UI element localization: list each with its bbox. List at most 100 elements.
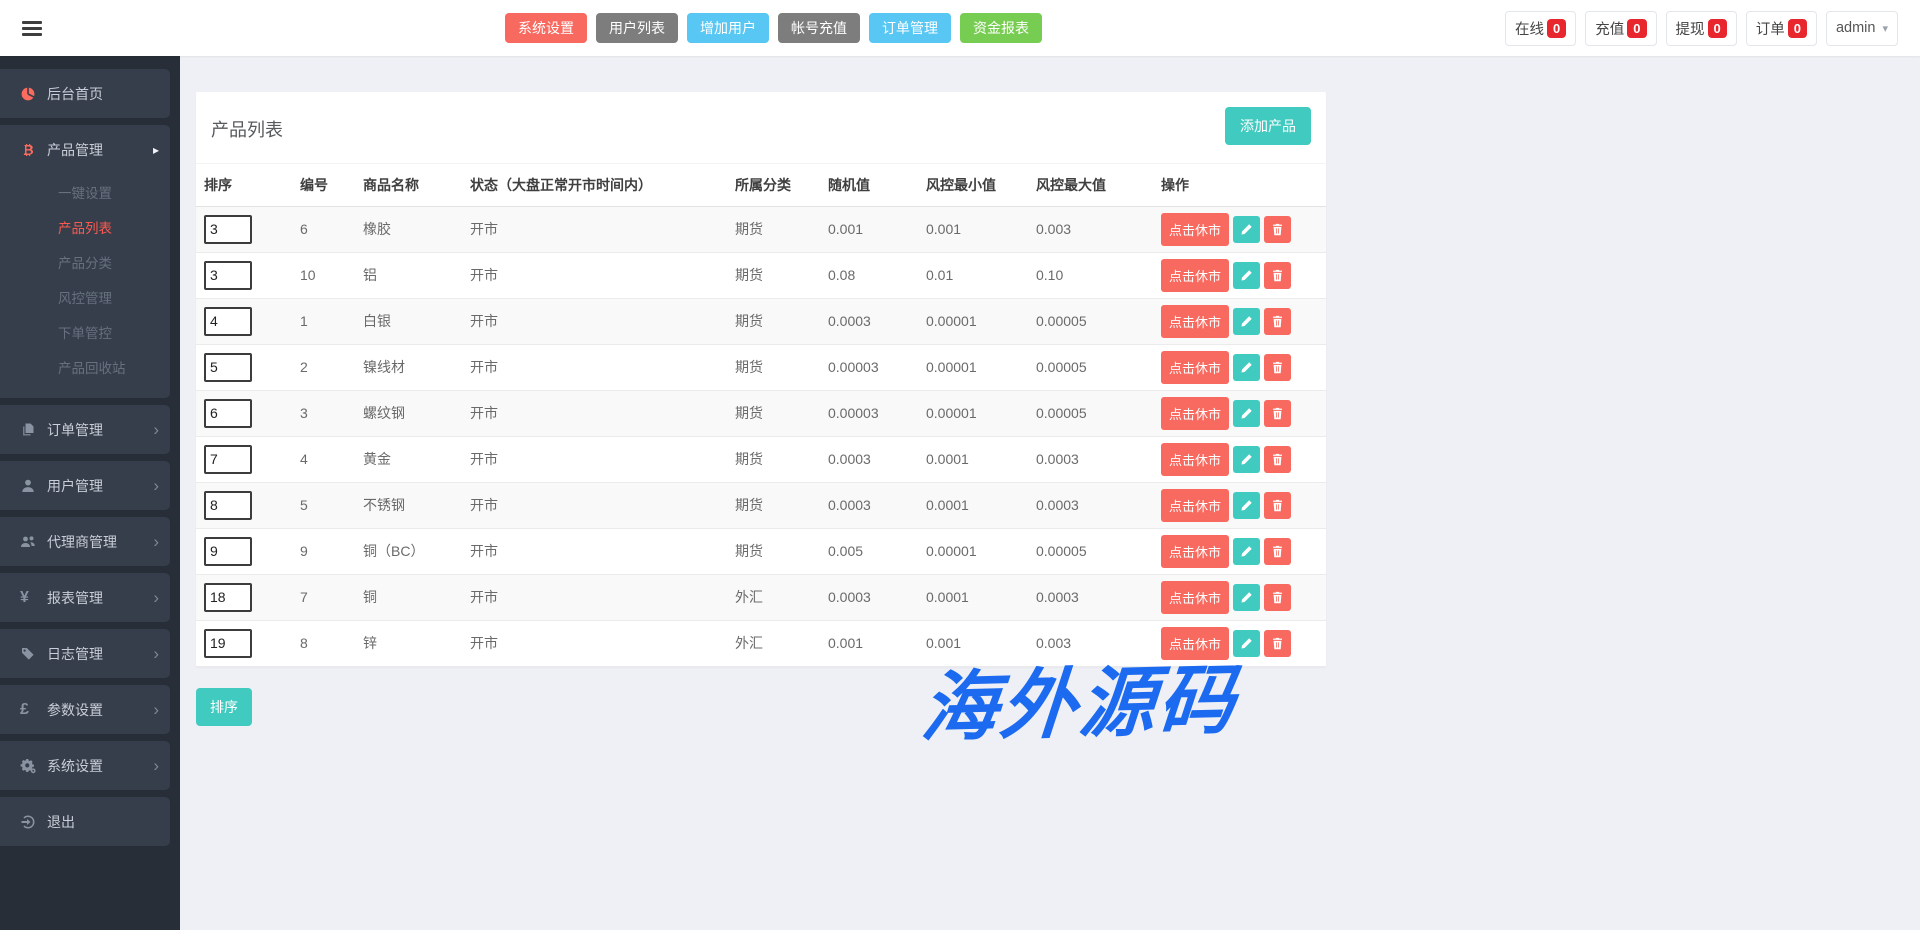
sort-submit-button[interactable]: 排序 (196, 688, 252, 726)
suspend-market-button[interactable]: 点击休市 (1161, 397, 1229, 430)
stat-withdraw[interactable]: 提现 0 (1666, 11, 1737, 46)
sidebar-item-logout[interactable]: 退出 (0, 797, 170, 846)
sidebar-item-agent-management[interactable]: 代理商管理 › (0, 517, 170, 566)
cell-product-name: 铜（BC） (355, 528, 462, 574)
trash-icon (1271, 591, 1284, 604)
sidebar-subitem-product-list[interactable]: 产品列表 (0, 211, 170, 246)
nav-button-system-settings[interactable]: 系统设置 (505, 13, 587, 43)
sidebar-subitem-order-control[interactable]: 下单管控 (0, 316, 170, 351)
edit-button[interactable] (1233, 538, 1260, 565)
delete-button[interactable] (1264, 584, 1291, 611)
table-header-row: 排序 编号 商品名称 状态（大盘正常开市时间内） 所属分类 随机值 风控最小值 … (196, 164, 1326, 206)
cell-product-id: 9 (292, 528, 355, 574)
suspend-market-button[interactable]: 点击休市 (1161, 489, 1229, 522)
delete-button[interactable] (1264, 538, 1291, 565)
cell-risk-max: 0.0003 (1028, 482, 1153, 528)
sidebar-subitem-risk-management[interactable]: 风控管理 (0, 281, 170, 316)
sidebar-subitem-product-category[interactable]: 产品分类 (0, 246, 170, 281)
delete-button[interactable] (1264, 492, 1291, 519)
pencil-icon (1240, 499, 1253, 512)
delete-button[interactable] (1264, 354, 1291, 381)
stat-orders[interactable]: 订单 0 (1746, 11, 1817, 46)
sidebar-item-label: 退出 (47, 812, 75, 832)
column-header-risk-max: 风控最大值 (1028, 164, 1153, 206)
sort-order-input[interactable] (204, 583, 252, 612)
delete-button[interactable] (1264, 262, 1291, 289)
sort-order-input[interactable] (204, 261, 252, 290)
trash-icon (1271, 637, 1284, 650)
table-row: 9 铜（BC） 开市 期货 0.005 0.00001 0.00005 点击休市 (196, 528, 1326, 574)
delete-button[interactable] (1264, 446, 1291, 473)
edit-button[interactable] (1233, 630, 1260, 657)
edit-button[interactable] (1233, 584, 1260, 611)
sidebar-subitem-product-recycle-bin[interactable]: 产品回收站 (0, 351, 170, 386)
sidebar-item-log-management[interactable]: 日志管理 › (0, 629, 170, 678)
trash-icon (1271, 453, 1284, 466)
dashboard-icon (20, 86, 47, 102)
cell-risk-min: 0.00001 (918, 390, 1028, 436)
delete-button[interactable] (1264, 400, 1291, 427)
stat-recharge[interactable]: 充值 0 (1585, 11, 1656, 46)
pencil-icon (1240, 269, 1253, 282)
pencil-icon (1240, 637, 1253, 650)
column-header-random: 随机值 (820, 164, 918, 206)
nav-button-add-user[interactable]: 增加用户 (687, 13, 769, 43)
suspend-market-button[interactable]: 点击休市 (1161, 443, 1229, 476)
column-header-status: 状态（大盘正常开市时间内） (462, 164, 727, 206)
sort-order-input[interactable] (204, 537, 252, 566)
sort-order-input[interactable] (204, 215, 252, 244)
cell-risk-min: 0.001 (918, 620, 1028, 666)
page-title: 产品列表 (211, 116, 1311, 142)
cell-risk-max: 0.003 (1028, 620, 1153, 666)
suspend-market-button[interactable]: 点击休市 (1161, 535, 1229, 568)
sort-order-input[interactable] (204, 399, 252, 428)
stat-recharge-badge: 0 (1627, 19, 1646, 38)
hamburger-menu-icon[interactable] (22, 18, 42, 39)
nav-button-fund-report[interactable]: 资金报表 (960, 13, 1042, 43)
sort-order-input[interactable] (204, 307, 252, 336)
nav-button-user-list[interactable]: 用户列表 (596, 13, 678, 43)
edit-button[interactable] (1233, 308, 1260, 335)
sidebar-subitem-quick-setup[interactable]: 一键设置 (0, 176, 170, 211)
nav-button-order-management[interactable]: 订单管理 (869, 13, 951, 43)
cell-risk-max: 0.003 (1028, 206, 1153, 252)
sidebar-item-report-management[interactable]: ¥ 报表管理 › (0, 573, 170, 622)
suspend-market-button[interactable]: 点击休市 (1161, 581, 1229, 614)
sidebar-item-home[interactable]: 后台首页 (0, 69, 170, 118)
edit-button[interactable] (1233, 492, 1260, 519)
sidebar-item-order-management[interactable]: 订单管理 › (0, 405, 170, 454)
edit-button[interactable] (1233, 446, 1260, 473)
chevron-right-icon: › (153, 701, 159, 718)
edit-button[interactable] (1233, 400, 1260, 427)
delete-button[interactable] (1264, 216, 1291, 243)
cell-product-id: 10 (292, 252, 355, 298)
edit-button[interactable] (1233, 354, 1260, 381)
edit-button[interactable] (1233, 216, 1260, 243)
suspend-market-button[interactable]: 点击休市 (1161, 213, 1229, 246)
delete-button[interactable] (1264, 308, 1291, 335)
admin-dropdown[interactable]: admin ▾ (1826, 11, 1898, 46)
sidebar-item-product-management[interactable]: 产品管理 ▸ (0, 125, 170, 174)
cell-random-value: 0.00003 (820, 344, 918, 390)
cell-product-name: 锌 (355, 620, 462, 666)
suspend-market-button[interactable]: 点击休市 (1161, 259, 1229, 292)
sort-order-input[interactable] (204, 353, 252, 382)
suspend-market-button[interactable]: 点击休市 (1161, 627, 1229, 660)
sort-order-input[interactable] (204, 491, 252, 520)
suspend-market-button[interactable]: 点击休市 (1161, 351, 1229, 384)
stat-orders-label: 订单 (1756, 18, 1785, 39)
sidebar-item-system-settings[interactable]: 系统设置 › (0, 741, 170, 790)
sort-order-input[interactable] (204, 445, 252, 474)
nav-button-account-recharge[interactable]: 帐号充值 (778, 13, 860, 43)
edit-button[interactable] (1233, 262, 1260, 289)
sort-order-input[interactable] (204, 629, 252, 658)
delete-button[interactable] (1264, 630, 1291, 657)
sidebar-item-parameter-settings[interactable]: £ 参数设置 › (0, 685, 170, 734)
cell-product-id: 2 (292, 344, 355, 390)
sidebar-item-user-management[interactable]: 用户管理 › (0, 461, 170, 510)
add-product-button[interactable]: 添加产品 (1225, 107, 1311, 145)
suspend-market-button[interactable]: 点击休市 (1161, 305, 1229, 338)
stat-online[interactable]: 在线 0 (1505, 11, 1576, 46)
main-content: 产品列表 添加产品 排序 编号 商品名称 状态（大盘正常开市时间内） 所属分类 … (180, 56, 1920, 930)
cell-risk-min: 0.00001 (918, 298, 1028, 344)
